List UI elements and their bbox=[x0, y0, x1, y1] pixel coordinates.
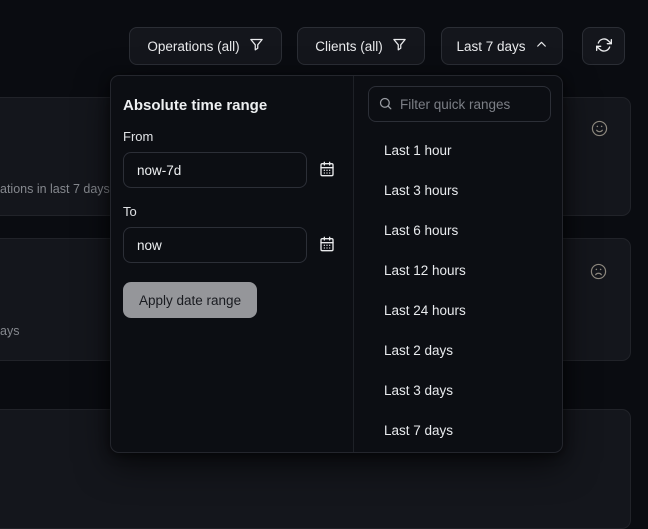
quick-range-option-last-2-days[interactable]: Last 2 days bbox=[354, 330, 562, 370]
chevron-up-icon bbox=[535, 38, 548, 54]
filter-quick-ranges-input[interactable] bbox=[368, 86, 551, 122]
to-calendar-button[interactable] bbox=[319, 236, 335, 255]
funnel-icon bbox=[249, 37, 264, 55]
calendar-icon bbox=[319, 236, 335, 255]
to-label: To bbox=[123, 204, 341, 220]
quick-range-option-last-1-hour[interactable]: Last 1 hour bbox=[354, 130, 562, 170]
absolute-time-range-title: Absolute time range bbox=[123, 96, 341, 116]
clients-filter-label: Clients (all) bbox=[315, 39, 383, 54]
background-card-text: ays bbox=[0, 324, 19, 338]
absolute-time-range-section: Absolute time range From To bbox=[111, 76, 353, 452]
refresh-button[interactable] bbox=[582, 27, 625, 65]
quick-range-option-last-7-days[interactable]: Last 7 days bbox=[354, 410, 562, 450]
frowning-face-icon bbox=[590, 263, 607, 285]
funnel-icon bbox=[392, 37, 407, 55]
quick-ranges-list: Last 1 hour Last 3 hours Last 6 hours La… bbox=[354, 130, 562, 450]
background-card-text: ations in last 7 days bbox=[0, 182, 110, 196]
quick-range-option-last-3-hours[interactable]: Last 3 hours bbox=[354, 170, 562, 210]
time-range-label: Last 7 days bbox=[456, 39, 525, 54]
quick-range-option-last-6-hours[interactable]: Last 6 hours bbox=[354, 210, 562, 250]
refresh-icon bbox=[596, 37, 612, 56]
smiley-face-icon bbox=[591, 120, 608, 142]
time-range-button[interactable]: Last 7 days bbox=[441, 27, 563, 65]
operations-filter-label: Operations (all) bbox=[147, 39, 239, 54]
calendar-icon bbox=[319, 161, 335, 180]
to-input[interactable] bbox=[123, 227, 307, 263]
quick-range-option-last-3-days[interactable]: Last 3 days bbox=[354, 370, 562, 410]
from-calendar-button[interactable] bbox=[319, 161, 335, 180]
quick-ranges-section: Last 1 hour Last 3 hours Last 6 hours La… bbox=[354, 76, 562, 452]
apply-date-range-button[interactable]: Apply date range bbox=[123, 282, 257, 318]
from-input[interactable] bbox=[123, 152, 307, 188]
time-range-dropdown: Absolute time range From To bbox=[110, 75, 563, 453]
from-label: From bbox=[123, 129, 341, 145]
operations-filter-button[interactable]: Operations (all) bbox=[129, 27, 282, 65]
quick-range-option-last-24-hours[interactable]: Last 24 hours bbox=[354, 290, 562, 330]
clients-filter-button[interactable]: Clients (all) bbox=[297, 27, 425, 65]
quick-range-option-last-12-hours[interactable]: Last 12 hours bbox=[354, 250, 562, 290]
